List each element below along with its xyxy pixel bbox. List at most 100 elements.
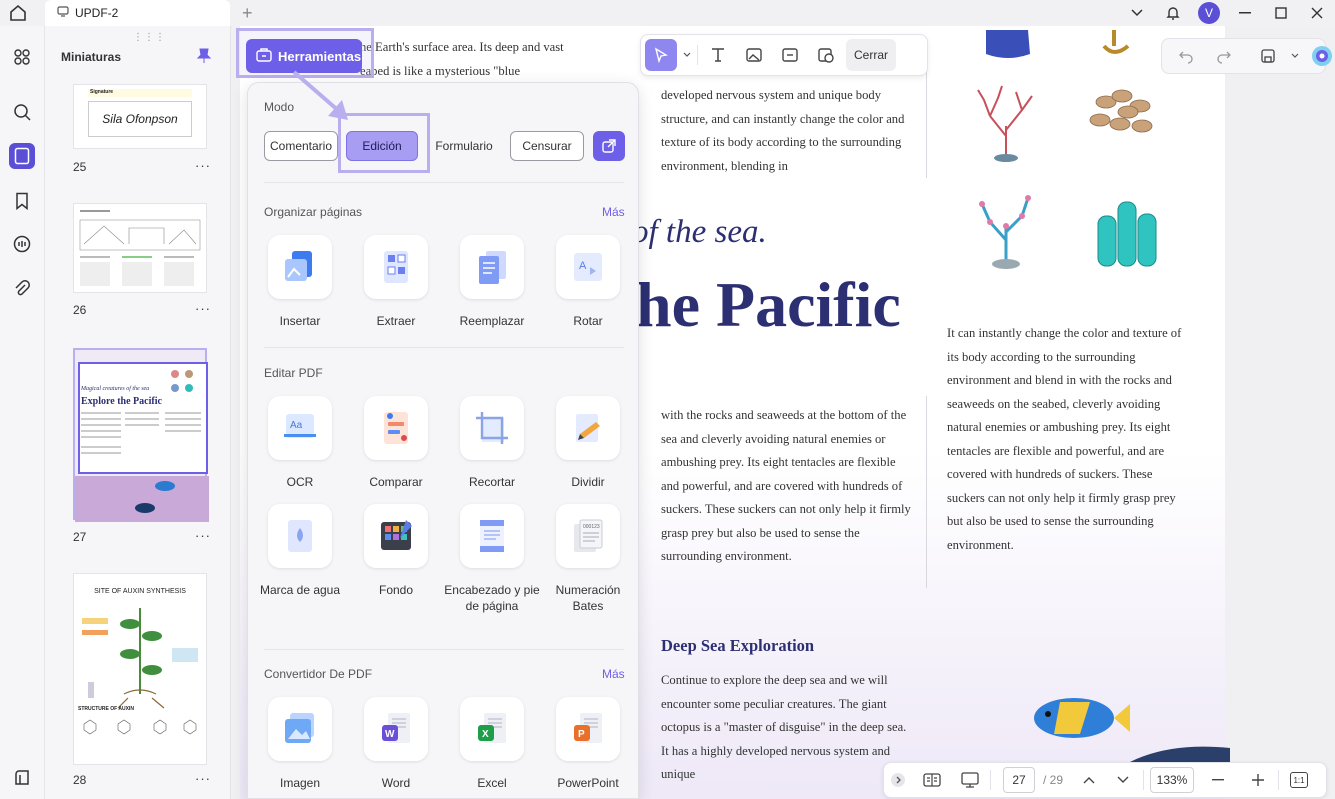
thumbnail-drawing [79, 210, 201, 286]
excel-icon: X [460, 697, 524, 761]
image-convert-icon [268, 697, 332, 761]
tool-convert-image[interactable]: Imagen [252, 697, 348, 791]
page-text-col1-bottom[interactable]: Continue to explore the deep sea and we … [661, 669, 911, 787]
grid-icon[interactable] [9, 44, 35, 70]
thumbnails-title: Miniaturas [61, 50, 122, 64]
chevron-down-icon[interactable] [1119, 0, 1155, 26]
watermark-tool-icon[interactable] [810, 39, 842, 71]
tool-watermark[interactable]: Marca de agua [252, 504, 348, 598]
tool-insert[interactable]: Insertar [252, 235, 348, 329]
save-icon[interactable] [1252, 40, 1284, 72]
image-tool-icon[interactable] [738, 39, 770, 71]
page-text-col1-mid[interactable]: with the rocks and seaweeds at the botto… [661, 404, 911, 569]
redo-icon[interactable] [1208, 40, 1240, 72]
layers-icon[interactable] [9, 765, 35, 791]
tool-bates-numbering[interactable]: 000123 Numeración Bates [540, 504, 636, 614]
close-edit-button[interactable]: Cerrar [846, 39, 897, 71]
ai-assistant-icon[interactable] [1306, 40, 1335, 72]
tool-replace[interactable]: Reemplazar [444, 235, 540, 329]
thumbnail-page-25[interactable]: Signature Sila Ofonpson [73, 84, 207, 149]
tool-rotate[interactable]: A Rotar [540, 235, 636, 329]
page-text-top-2[interactable]: eabed is like a mysterious "blue [360, 60, 620, 84]
tool-extract[interactable]: Extraer [348, 235, 444, 329]
svg-text:000123: 000123 [583, 524, 600, 530]
pin-icon[interactable] [196, 48, 212, 64]
tool-convert-powerpoint[interactable]: P PowerPoint [540, 697, 636, 791]
zoom-in-icon[interactable] [1244, 766, 1272, 794]
link-tool-icon[interactable] [774, 39, 806, 71]
history-toolbar [1161, 38, 1332, 74]
svg-text:P: P [578, 729, 585, 740]
zoom-out-icon[interactable] [1204, 766, 1232, 794]
chevron-down-icon[interactable] [1290, 40, 1300, 72]
thumbnail-more-button[interactable]: ··· [195, 158, 211, 173]
tool-compare[interactable]: Comparar [348, 396, 444, 490]
page-text-top-1[interactable]: he Earth's surface area. Its deep and va… [360, 36, 620, 60]
thumbnails-icon[interactable] [9, 143, 35, 169]
chevron-down-icon[interactable] [681, 39, 693, 71]
word-icon: W [364, 697, 428, 761]
text-tool-icon[interactable] [702, 39, 734, 71]
page-text-col1-top[interactable]: developed nervous system and unique body… [661, 84, 911, 178]
avatar: V [1198, 2, 1220, 24]
tool-split[interactable]: Dividir [540, 396, 636, 490]
document-tab[interactable]: UPDF-2 [45, 0, 230, 26]
mode-form-button[interactable]: Formulario [428, 131, 500, 161]
mode-comment-button[interactable]: Comentario [264, 131, 338, 161]
new-tab-plus-icon[interactable]: + [242, 3, 253, 24]
page-layout-icon[interactable] [918, 766, 946, 794]
edit-mode-highlight [338, 113, 430, 173]
comments-icon[interactable] [9, 231, 35, 257]
close-window-icon[interactable] [1299, 0, 1335, 26]
thumbnail-more-button[interactable]: ··· [195, 301, 211, 316]
undo-icon[interactable] [1170, 40, 1202, 72]
select-tool-button[interactable] [645, 39, 677, 71]
tool-crop[interactable]: Recortar [444, 396, 540, 490]
presentation-icon[interactable] [956, 766, 984, 794]
maximize-icon[interactable] [1263, 0, 1299, 26]
user-avatar-button[interactable]: V [1191, 0, 1227, 26]
tool-header-footer[interactable]: Encabezado y pie de página [444, 504, 540, 614]
thumbnail-page-27[interactable]: Magical creatures of the sea Explore the… [73, 348, 209, 522]
next-page-icon[interactable] [1109, 766, 1137, 794]
zoom-level-input[interactable]: 133% [1150, 767, 1195, 793]
section-title-organize: Organizar páginas [264, 205, 363, 219]
attachment-icon[interactable] [9, 276, 35, 302]
minimize-icon[interactable] [1227, 0, 1263, 26]
powerpoint-icon: P [556, 697, 620, 761]
thumbnail-more-button[interactable]: ··· [195, 771, 211, 786]
tool-background[interactable]: Fondo [348, 504, 444, 598]
tool-convert-excel[interactable]: X Excel [444, 697, 540, 791]
thumbnail-more-button[interactable]: ··· [195, 528, 211, 543]
thumbnail-page-26[interactable] [73, 203, 207, 293]
page-text-col2[interactable]: It can instantly change the color and te… [947, 322, 1187, 557]
bell-icon[interactable] [1155, 0, 1191, 26]
fish-image [1034, 698, 1230, 762]
panel-grip-icon[interactable]: ⋮⋮⋮ [133, 32, 166, 43]
tool-label: Numeración Bates [555, 583, 621, 613]
tool-ocr[interactable]: Aa OCR [252, 396, 348, 490]
converter-more-link[interactable]: Más [602, 667, 625, 681]
bookmark-icon[interactable] [9, 188, 35, 214]
tools-button-label: Herramientas [278, 48, 362, 64]
tool-label: Comparar [369, 475, 423, 489]
collapse-bar-icon[interactable] [884, 766, 912, 794]
home-icon[interactable] [8, 3, 30, 23]
thumbnail-number: 27 [73, 530, 87, 544]
page-italic-heading[interactable]: of the sea. [632, 214, 767, 251]
search-icon[interactable] [9, 99, 35, 125]
thumbnail-page-28[interactable]: SITE OF AUXIN SYNTHESIS STRUCTURE OF AUX… [73, 573, 207, 765]
current-page-input[interactable]: 27 [1003, 767, 1035, 793]
previous-page-icon[interactable] [1075, 766, 1103, 794]
external-link-icon[interactable] [593, 131, 625, 161]
tools-dropdown-panel: Modo Comentario Edición Formulario Censu… [247, 82, 639, 799]
tool-label: PowerPoint [557, 776, 619, 790]
organize-more-link[interactable]: Más [602, 205, 625, 219]
actual-size-button[interactable]: 1:1 [1285, 766, 1313, 794]
tool-label: Rotar [573, 314, 603, 328]
tool-label: Encabezado y pie de página [444, 583, 540, 613]
tool-convert-word[interactable]: W Word [348, 697, 444, 791]
page-big-heading[interactable]: he Pacific [636, 270, 901, 340]
page-section-heading[interactable]: Deep Sea Exploration [661, 636, 814, 656]
mode-redact-button[interactable]: Censurar [510, 131, 584, 161]
